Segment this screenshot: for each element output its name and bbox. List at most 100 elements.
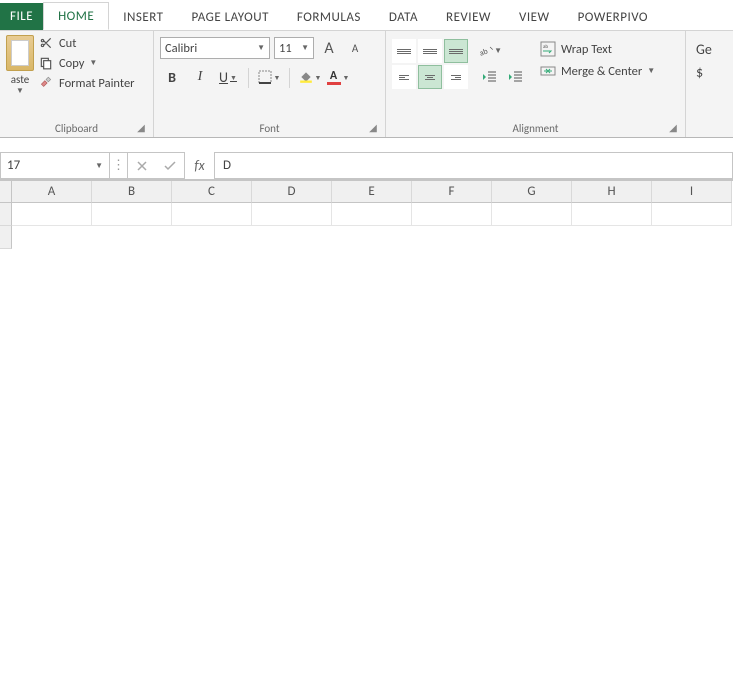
paste-label: aste [11, 71, 30, 86]
scissors-icon [38, 35, 54, 51]
tab-review[interactable]: REVIEW [432, 4, 505, 30]
fill-color-button[interactable]: ▼ [298, 65, 322, 89]
column-header-H[interactable]: H [572, 181, 652, 203]
increase-indent-icon [508, 69, 524, 85]
chevron-down-icon: ▼ [230, 73, 237, 82]
paintbrush-icon [38, 75, 54, 91]
decrease-indent-icon [482, 69, 498, 85]
font-color-button[interactable]: A ▼ [326, 65, 350, 89]
italic-button[interactable]: I [188, 65, 212, 89]
wrap-text-button[interactable]: ab Wrap Text [540, 41, 655, 57]
font-name-selector[interactable]: Calibri ▼ [160, 37, 270, 59]
cell[interactable] [12, 203, 92, 226]
cell[interactable] [252, 203, 332, 226]
tab-page-layout[interactable]: PAGE LAYOUT [178, 4, 283, 30]
underline-button[interactable]: U▼ [216, 65, 240, 89]
cell[interactable] [92, 203, 172, 226]
currency-button[interactable]: $ [696, 64, 710, 81]
column-header-I[interactable]: I [652, 181, 732, 203]
check-icon [163, 160, 177, 172]
clipboard-icon [6, 35, 34, 71]
number-format-value: Ge [696, 41, 712, 58]
ribbon-tabs: FILE HOME INSERT PAGE LAYOUT FORMULAS DA… [0, 0, 733, 30]
column-header-G[interactable]: G [492, 181, 572, 203]
increase-indent-button[interactable] [504, 65, 528, 89]
column-header-A[interactable]: A [12, 181, 92, 203]
bold-button[interactable]: B [160, 65, 184, 89]
orientation-button[interactable]: ab ▼ [478, 39, 502, 63]
cell[interactable] [492, 203, 572, 226]
enter-formula-button[interactable] [156, 153, 184, 178]
align-center-icon [425, 74, 435, 81]
font-size-selector[interactable]: 11 ▼ [274, 37, 314, 59]
wrap-text-icon: ab [540, 41, 556, 57]
chevron-down-icon: ▼ [315, 73, 322, 82]
column-headers: ABCDEFGHI [12, 181, 733, 203]
cell[interactable] [412, 203, 492, 226]
clipboard-launcher[interactable]: ◢ [135, 121, 147, 133]
column-header-F[interactable]: F [412, 181, 492, 203]
format-painter-button[interactable]: Format Painter [38, 75, 135, 91]
merge-icon [540, 63, 556, 79]
font-launcher[interactable]: ◢ [367, 121, 379, 133]
align-top-button[interactable] [392, 39, 416, 63]
font-group-label: Font [259, 122, 279, 135]
copy-button[interactable]: Copy ▼ [38, 55, 135, 71]
font-name-value: Calibri [165, 41, 197, 56]
number-format-selector[interactable]: Ge [696, 41, 710, 58]
align-middle-button[interactable] [418, 39, 442, 63]
chevron-down-icon: ▼ [647, 66, 655, 76]
group-number: Ge $ [686, 31, 716, 137]
align-center-button[interactable] [418, 65, 442, 89]
tab-data[interactable]: DATA [375, 4, 432, 30]
row-header[interactable] [0, 203, 12, 226]
border-icon [258, 70, 272, 84]
alignment-launcher[interactable]: ◢ [667, 121, 679, 133]
chevron-down-icon: ▼ [343, 73, 350, 82]
select-all-corner[interactable] [0, 181, 12, 203]
cancel-formula-button[interactable] [128, 153, 156, 178]
grow-font-button[interactable]: A [318, 37, 340, 59]
cell[interactable] [572, 203, 652, 226]
cell[interactable] [172, 203, 252, 226]
align-bottom-button[interactable] [444, 39, 468, 63]
decrease-indent-button[interactable] [478, 65, 502, 89]
column-header-C[interactable]: C [172, 181, 252, 203]
copy-icon [38, 55, 54, 71]
border-button[interactable]: ▼ [257, 65, 281, 89]
merge-center-button[interactable]: Merge & Center ▼ [540, 63, 655, 79]
currency-label: $ [696, 64, 703, 81]
tab-home[interactable]: HOME [43, 2, 109, 30]
cut-button[interactable]: Cut [38, 35, 135, 51]
clipboard-group-label: Clipboard [55, 122, 98, 135]
tab-formulas[interactable]: FORMULAS [283, 4, 375, 30]
name-box-value: 17 [7, 158, 20, 173]
x-icon [136, 160, 148, 172]
fx-button[interactable]: fx [185, 152, 215, 179]
column-header-D[interactable]: D [252, 181, 332, 203]
cells-grid[interactable] [12, 203, 733, 226]
copy-label: Copy [59, 56, 84, 71]
chevron-down-icon: ▼ [16, 86, 24, 96]
tab-view[interactable]: VIEW [505, 4, 564, 30]
paste-button[interactable]: aste ▼ [6, 35, 34, 96]
cell[interactable] [332, 203, 412, 226]
align-top-icon [397, 48, 411, 55]
chevron-down-icon: ▼ [95, 161, 103, 171]
row-header[interactable] [0, 226, 12, 249]
font-size-value: 11 [279, 41, 292, 56]
tab-powerpivot[interactable]: POWERPIVO [564, 4, 662, 30]
column-header-E[interactable]: E [332, 181, 412, 203]
align-right-button[interactable] [444, 65, 468, 89]
orientation-icon: ab [478, 42, 494, 60]
group-font: Calibri ▼ 11 ▼ A A B I U▼ ▼ [154, 31, 386, 137]
tab-insert[interactable]: INSERT [109, 4, 177, 30]
cell[interactable] [652, 203, 732, 226]
shrink-font-button[interactable]: A [344, 37, 366, 59]
alignment-group-label: Alignment [513, 122, 559, 135]
name-box[interactable]: 17 ▼ [0, 152, 110, 179]
align-left-button[interactable] [392, 65, 416, 89]
column-header-B[interactable]: B [92, 181, 172, 203]
formula-input[interactable]: D [215, 152, 733, 179]
tab-file[interactable]: FILE [0, 3, 43, 30]
